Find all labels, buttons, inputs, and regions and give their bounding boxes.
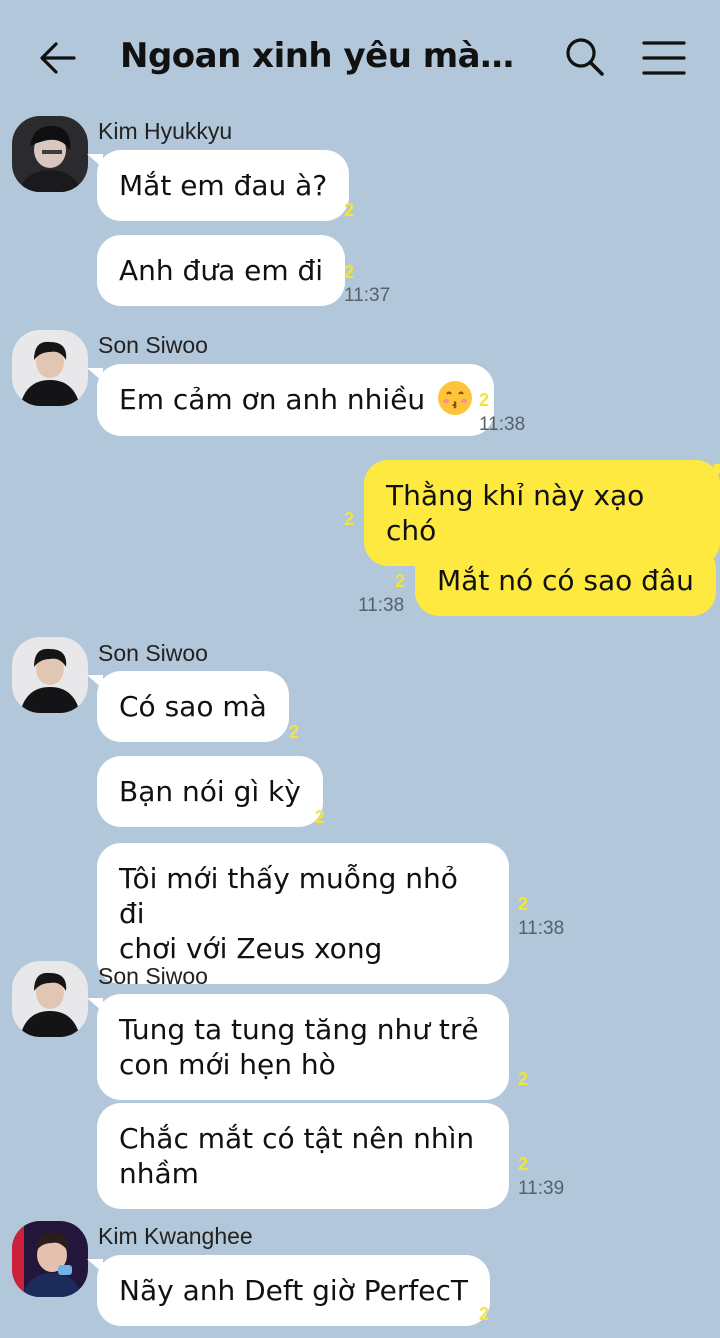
avatar[interactable] (12, 330, 88, 406)
unread-count: 2 (518, 894, 529, 914)
unread-count: 2 (344, 262, 355, 282)
arrow-left-icon[interactable] (36, 36, 80, 80)
chat-header: Ngoan xinh yêu mà bị t... (0, 0, 720, 112)
avatar[interactable] (12, 637, 88, 713)
message-time: 11:38 (358, 595, 405, 616)
message-bubble[interactable]: Nãy anh Deft giờ PerfecT (87, 1255, 490, 1326)
unread-count: 2 (518, 1154, 529, 1174)
unread-count: 2 (518, 1069, 529, 1089)
message-text: Tung ta tung tăng như trẻ (119, 1013, 479, 1046)
hamburger-menu-icon[interactable] (642, 38, 686, 78)
message-bubble[interactable]: Chắc mắt có tật nên nhìn nhầm (97, 1103, 509, 1209)
unread-count: 2 (344, 200, 355, 220)
message-bubble[interactable]: Em cảm ơn anh nhiều (86, 364, 495, 436)
sender-name: Kim Kwanghee (98, 1223, 253, 1249)
message-bubble[interactable]: Tung ta tung tăng như trẻ con mới hẹn hò (87, 994, 509, 1100)
message-bubble[interactable]: Anh đưa em đi (97, 235, 346, 306)
message-time: 11:37 (344, 285, 391, 306)
message-text: chơi với Zeus xong (119, 932, 383, 965)
message-time: 11:38 (518, 918, 565, 939)
message-text: Tôi mới thấy muỗng nhỏ đi (119, 862, 458, 930)
message-bubble[interactable]: Bạn nói gì kỳ (97, 756, 323, 827)
message-text: con mới hẹn hò (119, 1048, 336, 1081)
sender-name: Kim Hyukkyu (98, 118, 233, 144)
message-bubble[interactable]: Mắt em đau à? (86, 150, 350, 221)
avatar[interactable] (12, 1221, 88, 1297)
avatar[interactable] (12, 961, 88, 1037)
sender-name: Son Siwoo (98, 332, 208, 358)
kissing-face-emoji (438, 381, 473, 415)
unread-count: 2 (344, 509, 355, 529)
unread-count: 2 (315, 807, 326, 827)
unread-count: 2 (479, 390, 490, 410)
message-text: Em cảm ơn anh nhiều (119, 383, 426, 416)
message-bubble[interactable]: Có sao mà (87, 671, 289, 742)
message-bubble-outgoing[interactable]: Mắt nó có sao đâu (415, 545, 716, 616)
message-text: nhầm (119, 1157, 199, 1190)
sender-name: Son Siwoo (98, 640, 208, 666)
unread-count: 2 (395, 571, 406, 591)
chat-title: Ngoan xinh yêu mà bị t... (120, 36, 520, 76)
avatar[interactable] (12, 116, 88, 192)
search-icon[interactable] (562, 34, 608, 80)
message-text: Chắc mắt có tật nên nhìn (119, 1122, 475, 1155)
unread-count: 2 (479, 1304, 490, 1324)
message-time: 11:39 (518, 1178, 565, 1199)
unread-count: 2 (289, 722, 300, 742)
message-time: 11:38 (479, 414, 526, 435)
sender-name: Son Siwoo (98, 963, 208, 989)
